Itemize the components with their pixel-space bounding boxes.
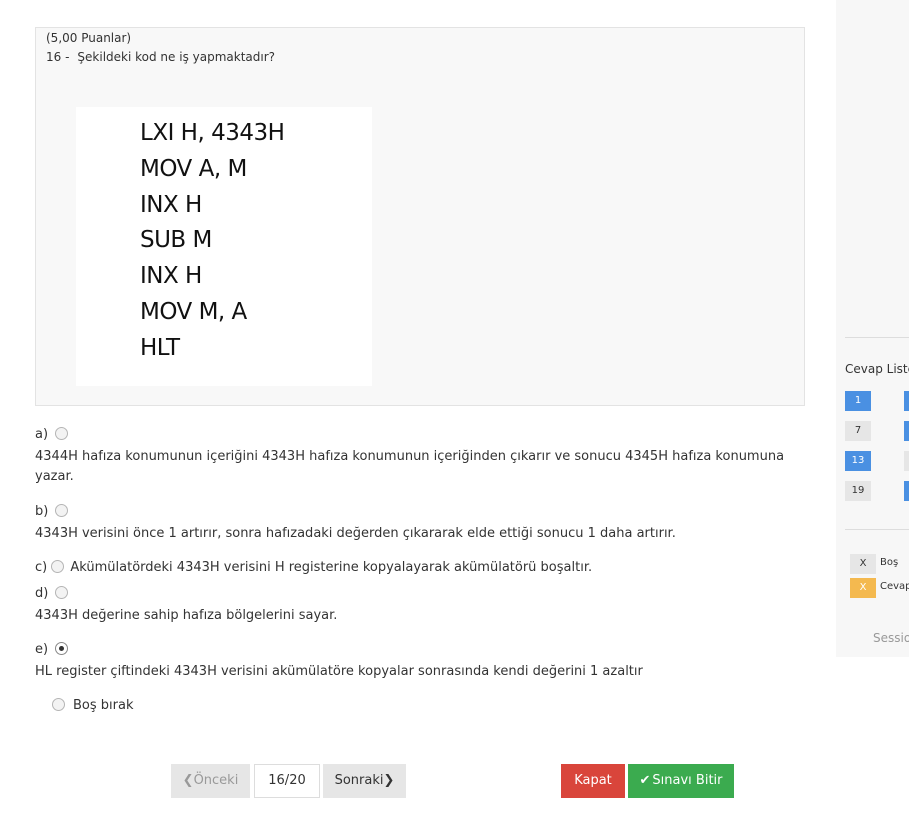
answer-number-cut[interactable] — [904, 451, 909, 471]
answer-number-7[interactable]: 7 — [845, 421, 871, 441]
code-line: SUB M — [140, 227, 212, 253]
option-c-text[interactable]: Akümülatördeki 4343H verisini H register… — [70, 560, 592, 575]
option-e-header: e) — [35, 642, 69, 657]
code-line: INX H — [140, 263, 202, 289]
skip-label[interactable]: Boş bırak — [73, 698, 133, 713]
option-e-letter: e) — [35, 642, 49, 657]
answer-number-13[interactable]: 13 — [845, 451, 871, 471]
code-image: LXI H, 4343H MOV A, M INX H SUB M INX H … — [76, 107, 372, 386]
answer-number-cut[interactable] — [904, 391, 909, 411]
code-line: MOV M, A — [140, 299, 247, 325]
code-line: LXI H, 4343H — [140, 120, 285, 146]
skip-radio[interactable] — [52, 698, 65, 711]
legend-answered-label: Cevap — [880, 581, 909, 592]
code-line: HLT — [140, 335, 180, 361]
legend-empty-box: X — [850, 554, 876, 574]
chevron-right-icon: ❯ — [383, 773, 395, 788]
answer-list-title: Cevap Liste — [845, 362, 909, 376]
answer-list-sidebar: Cevap Liste 1 7 13 19 X Boş X Cevap Sess… — [836, 0, 909, 657]
next-button[interactable]: Sonraki❯ — [323, 764, 406, 798]
next-label: Sonraki — [334, 773, 384, 788]
legend-empty-label: Boş — [880, 557, 899, 568]
skip-option: Boş bırak — [52, 698, 133, 713]
sidebar-divider — [845, 337, 909, 338]
option-b-letter: b) — [35, 504, 49, 519]
answer-number-cut[interactable] — [904, 421, 909, 441]
option-a-text[interactable]: 4344H hafıza konumunun içeriğini 4343H h… — [35, 447, 795, 487]
question-panel: (5,00 Puanlar) 16 - Şekildeki kod ne iş y… — [35, 27, 805, 406]
answer-number-19[interactable]: 19 — [845, 481, 871, 501]
option-a-header: a) — [35, 427, 69, 442]
code-line: INX H — [140, 192, 202, 218]
question-prompt: Şekildeki kod ne iş yapmaktadır? — [77, 50, 276, 64]
option-c: c) Akümülatördeki 4343H verisini H regis… — [35, 560, 592, 575]
answer-number-1[interactable]: 1 — [845, 391, 871, 411]
question-number: 16 - — [46, 50, 70, 64]
answer-number-cut[interactable] — [904, 481, 909, 501]
option-e-radio[interactable] — [55, 642, 69, 655]
page-indicator: 16/20 — [254, 764, 320, 798]
previous-label: Önceki — [193, 773, 239, 788]
previous-button[interactable]: ❮Önceki — [171, 764, 250, 798]
option-d-text[interactable]: 4343H değerine sahip hafıza bölgelerini … — [35, 606, 795, 626]
sidebar-divider — [845, 529, 909, 530]
option-c-radio[interactable] — [51, 560, 65, 573]
option-d-radio[interactable] — [55, 586, 69, 599]
option-d-header: d) — [35, 586, 69, 601]
option-c-letter: c) — [35, 560, 48, 575]
legend-answered-box: X — [850, 578, 876, 598]
close-button[interactable]: Kapat — [561, 764, 625, 798]
option-d-letter: d) — [35, 586, 49, 601]
option-e-text[interactable]: HL register çiftindeki 4343H verisini ak… — [35, 662, 795, 682]
option-b-radio[interactable] — [55, 504, 69, 517]
check-icon: ✔ — [639, 773, 651, 788]
finish-exam-button[interactable]: ✔ Sınavı Bitir — [628, 764, 734, 798]
question-text: 16 - Şekildeki kod ne iş yapmaktadır? — [46, 50, 275, 64]
question-points: (5,00 Puanlar) — [46, 31, 132, 45]
finish-label: Sınavı Bitir — [652, 773, 723, 788]
option-a-letter: a) — [35, 427, 49, 442]
chevron-left-icon: ❮ — [182, 773, 194, 788]
session-text: Sessio — [873, 631, 909, 645]
option-a-radio[interactable] — [55, 427, 69, 440]
option-b-text[interactable]: 4343H verisini önce 1 artırır, sonra haf… — [35, 524, 795, 544]
code-line: MOV A, M — [140, 156, 247, 182]
option-b-header: b) — [35, 504, 69, 519]
